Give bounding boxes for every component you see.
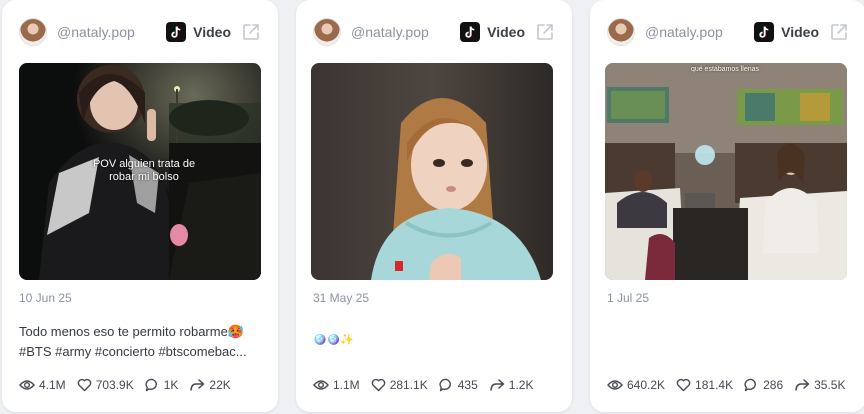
comments-count: 286 <box>763 378 784 392</box>
avatar[interactable] <box>607 18 635 46</box>
share-icon <box>490 379 505 391</box>
caption-line: 🪩🪩✨ <box>313 334 355 346</box>
comments-count: 1K <box>163 378 179 392</box>
thumbnail-overlay-text: qué estábamos llenas <box>690 66 760 73</box>
views-count: 1.1M <box>333 378 360 392</box>
views-count: 4.1M <box>39 378 66 392</box>
heart-icon <box>676 378 691 392</box>
video-thumbnail[interactable]: POV alguien trata de robar mi bolso <box>19 63 261 280</box>
platform-label: Video <box>193 24 231 40</box>
stats-row: 1.1M 281.1K 435 1.2K <box>313 378 560 392</box>
eye-icon <box>607 380 623 390</box>
external-link-icon[interactable] <box>241 22 261 42</box>
post-date: 31 May 25 <box>313 291 370 305</box>
card-header: @nataly.pop Video <box>313 17 555 47</box>
comment-icon <box>744 378 756 392</box>
likes-stat: 281.1K <box>371 378 428 392</box>
video-card[interactable]: @nataly.pop Video qué estábamos llenas 1… <box>590 0 864 412</box>
tiktok-icon <box>460 22 481 42</box>
platform-label: Video <box>781 24 819 40</box>
avatar[interactable] <box>19 18 47 46</box>
likes-count: 181.4K <box>695 378 734 392</box>
comments-stat: 435 <box>439 378 478 392</box>
shares-count: 1.2K <box>508 378 534 392</box>
views-stat: 640.2K <box>607 378 665 392</box>
video-thumbnail[interactable] <box>311 63 553 280</box>
caption: 🪩🪩✨ <box>313 322 555 350</box>
external-link-icon[interactable] <box>535 22 555 42</box>
tiktok-icon <box>754 22 775 42</box>
creator-handle[interactable]: @nataly.pop <box>57 24 135 40</box>
share-icon <box>795 379 810 391</box>
comment-icon <box>145 378 157 392</box>
caption-line: Todo menos eso te permito robarme🥵 <box>19 324 245 339</box>
comments-count: 435 <box>457 378 478 392</box>
views-stat: 1.1M <box>313 378 360 392</box>
video-thumbnail[interactable]: qué estábamos llenas <box>605 63 847 280</box>
comment-icon <box>439 378 451 392</box>
card-header: @nataly.pop Video <box>607 17 849 47</box>
avatar[interactable] <box>313 18 341 46</box>
heart-icon <box>371 378 385 392</box>
shares-count: 35.5K <box>814 378 846 392</box>
caption-hashtags: #BTS #army #concierto #btscomebac... <box>19 344 247 359</box>
tiktok-icon <box>166 22 187 42</box>
likes-count: 703.9K <box>95 378 134 392</box>
shares-count: 22K <box>209 378 231 392</box>
stats-row: 4.1M 703.9K 1K 22K <box>19 378 266 392</box>
shares-stat: 35.5K <box>794 378 845 392</box>
card-header: @nataly.pop Video <box>19 17 261 47</box>
shares-stat: 22K <box>189 378 231 392</box>
platform-label: Video <box>487 24 525 40</box>
likes-stat: 181.4K <box>676 378 733 392</box>
video-card[interactable]: @nataly.pop Video 31 May 25 🪩🪩✨ 1.1M 281… <box>296 0 572 412</box>
comments-stat: 1K <box>145 378 179 392</box>
eye-icon <box>313 380 329 390</box>
creator-handle[interactable]: @nataly.pop <box>351 24 429 40</box>
stats-row: 640.2K 181.4K 286 35.5K <box>607 378 854 392</box>
external-link-icon[interactable] <box>829 22 849 42</box>
shares-stat: 1.2K <box>489 378 534 392</box>
likes-count: 281.1K <box>389 378 428 392</box>
post-date: 1 Jul 25 <box>607 291 650 305</box>
share-icon <box>190 379 205 391</box>
views-count: 640.2K <box>627 378 666 392</box>
comments-stat: 286 <box>744 378 783 392</box>
heart-icon <box>77 378 91 392</box>
creator-handle[interactable]: @nataly.pop <box>645 24 723 40</box>
views-stat: 4.1M <box>19 378 66 392</box>
caption: Todo menos eso te permito robarme🥵 #BTS … <box>19 322 261 362</box>
video-card[interactable]: @nataly.pop Video POV alguien trata de r… <box>2 0 278 412</box>
likes-stat: 703.9K <box>77 378 134 392</box>
thumbnail-overlay-text: POV alguien trata de robar mi bolso <box>92 158 196 183</box>
eye-icon <box>19 380 35 390</box>
post-date: 10 Jun 25 <box>19 291 72 305</box>
